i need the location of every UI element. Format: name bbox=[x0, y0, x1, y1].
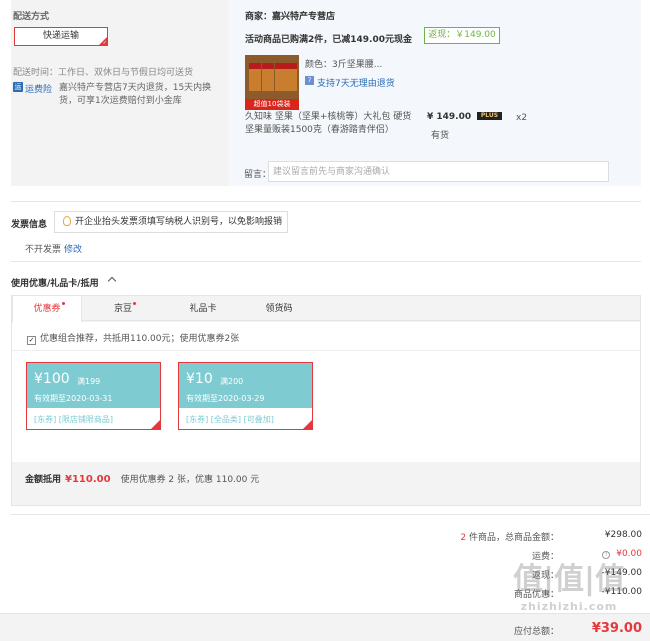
notification-dot-icon bbox=[133, 302, 136, 305]
combo-text: 优惠组合推荐，共抵用110.00元；使用优惠券2张 bbox=[40, 334, 240, 344]
freight-value: ¥0.00 bbox=[616, 549, 642, 559]
product-quantity: x2 bbox=[516, 113, 528, 123]
invoice-status-text: 不开发票 bbox=[25, 245, 62, 255]
invoice-tip: 开企业抬头发票须填写纳税人识别号，以免影响报销 bbox=[54, 211, 288, 233]
message-input[interactable] bbox=[268, 161, 609, 182]
freight-insurance-label[interactable]: 运费险 bbox=[25, 85, 52, 95]
coupon-card[interactable]: ¥100 满199 有效期至2020-03-31 [东券] [限店铺限商品] bbox=[26, 362, 161, 430]
merchant-name: 商家：嘉兴特产专营店 bbox=[245, 12, 336, 22]
jar-icon bbox=[287, 63, 297, 91]
lightbulb-icon bbox=[63, 216, 71, 226]
tab-jingdou[interactable]: 京豆 bbox=[88, 296, 158, 322]
coupon-tags: [东券] [全品类] [可叠加] bbox=[186, 415, 274, 424]
plus-badge: PLUS bbox=[477, 112, 502, 120]
coupon-expiry: 有效期至2020-03-31 bbox=[34, 394, 113, 403]
cashback-badge: 返现：￥149.00 bbox=[424, 27, 500, 44]
divider bbox=[11, 261, 641, 262]
tab-gift-card-label: 礼品卡 bbox=[189, 304, 217, 314]
deduction-note: 使用优惠券 2 张，优惠 110.00 元 bbox=[120, 475, 260, 485]
deduction-label: 金额抵用 bbox=[25, 475, 62, 485]
stock-status: 有货 bbox=[431, 131, 450, 141]
freight-insurance-icon: 运 bbox=[13, 82, 23, 92]
freight-row: ! ¥0.00 bbox=[602, 549, 642, 559]
coupons-title[interactable]: 使用优惠/礼品卡/抵用 bbox=[11, 276, 99, 289]
divider bbox=[11, 514, 650, 515]
watermark-main: 值|值|值 bbox=[513, 562, 625, 597]
return-policy-label: 支持7天无理由退货 bbox=[317, 79, 395, 89]
freight-insurance-desc: 嘉兴特产专营店7天内退货，15天内换货，可享1次运费赔付到小金库 bbox=[59, 83, 212, 106]
coupon-tags: [东券] [限店铺限商品] bbox=[34, 415, 114, 424]
product-name[interactable]: 久知味 坚果（坚果+核桃等）大礼包 硬货坚果量贩装1500克（春游踏青伴侣） bbox=[245, 111, 420, 137]
info-icon[interactable]: ! bbox=[602, 551, 611, 559]
express-shipping-label: 快递运输 bbox=[42, 31, 79, 41]
notification-dot-icon bbox=[62, 302, 65, 305]
tab-coupons[interactable]: 优惠券 bbox=[12, 296, 82, 322]
coupon-deduction: 金额抵用 ¥110.00 使用优惠券 2 张，优惠 110.00 元 bbox=[25, 472, 259, 485]
promo-text: 活动商品已购满2件，已减149.00元现金 bbox=[245, 35, 412, 45]
watermark-url: zhizhizhi.com bbox=[520, 600, 618, 613]
combo-checkbox[interactable]: ✓ bbox=[27, 336, 36, 345]
coupon-card-header: ¥10 满200 有效期至2020-03-29 bbox=[179, 363, 312, 408]
jar-icon bbox=[249, 63, 261, 91]
coupon-condition: 满199 bbox=[77, 377, 101, 386]
coupon-condition: 满200 bbox=[220, 377, 244, 386]
tab-coupons-label: 优惠券 bbox=[33, 304, 61, 314]
watermark: 值|值|值 zhizhizhi.com bbox=[494, 560, 644, 630]
invoice-edit-link[interactable]: 修改 bbox=[64, 245, 82, 255]
deduction-value: ¥110.00 bbox=[65, 474, 111, 485]
coupon-amount: ¥10 bbox=[186, 371, 213, 387]
invoice-title: 发票信息 bbox=[11, 220, 48, 230]
coupon-card[interactable]: ¥10 满200 有效期至2020-03-29 [东券] [全品类] [可叠加] bbox=[178, 362, 313, 430]
jar-icon bbox=[262, 63, 274, 91]
product-image-banner: 超值10袋装 bbox=[245, 99, 299, 110]
invoice-status: 不开发票 修改 bbox=[25, 242, 82, 255]
selected-corner-icon bbox=[303, 420, 312, 429]
goods-total-value: ¥298.00 bbox=[604, 530, 642, 540]
invoice-tip-text: 开企业抬头发票须填写纳税人识别号，以免影响报销 bbox=[75, 217, 283, 227]
message-label: 留言： bbox=[244, 170, 272, 180]
tab-redeem-code-label: 领货码 bbox=[265, 304, 293, 314]
divider bbox=[11, 201, 641, 202]
shipping-title: 配送方式 bbox=[13, 12, 50, 22]
goods-total-label: 2 件商品，总商品金额： bbox=[460, 530, 559, 543]
jar-icon bbox=[275, 63, 287, 91]
check-icon: ✓ bbox=[102, 40, 107, 46]
express-shipping-option[interactable]: 快递运输 ✓ bbox=[14, 27, 108, 46]
delivery-time: 配送时间：工作日、双休日与节假日均可送货 bbox=[13, 68, 194, 78]
return-policy: 7 支持7天无理由退货 bbox=[305, 76, 395, 89]
return-policy-icon: 7 bbox=[305, 76, 314, 85]
chevron-up-icon[interactable] bbox=[107, 276, 117, 286]
coupon-expiry: 有效期至2020-03-29 bbox=[186, 394, 265, 403]
selected-corner-icon bbox=[151, 420, 160, 429]
product-color: 颜色：3斤坚果腰... bbox=[305, 60, 383, 70]
tab-jingdou-label: 京豆 bbox=[113, 304, 132, 314]
freight-insurance: 运运费险 嘉兴特产专营店7天内退货，15天内换货，可享1次运费赔付到小金库 bbox=[13, 82, 223, 106]
product-price: ¥ 149.00 bbox=[427, 112, 472, 122]
coupon-card-header: ¥100 满199 有效期至2020-03-31 bbox=[27, 363, 160, 408]
divider bbox=[12, 350, 640, 351]
coupon-amount: ¥100 bbox=[34, 371, 70, 387]
product-image[interactable]: 超值10袋装 bbox=[245, 55, 299, 110]
tab-gift-card[interactable]: 礼品卡 bbox=[168, 296, 238, 322]
goods-count-suffix: 件商品，总商品金额： bbox=[466, 533, 559, 543]
coupon-combo[interactable]: ✓ 优惠组合推荐，共抵用110.00元；使用优惠券2张 bbox=[27, 331, 239, 345]
tab-redeem-code[interactable]: 领货码 bbox=[244, 296, 314, 322]
